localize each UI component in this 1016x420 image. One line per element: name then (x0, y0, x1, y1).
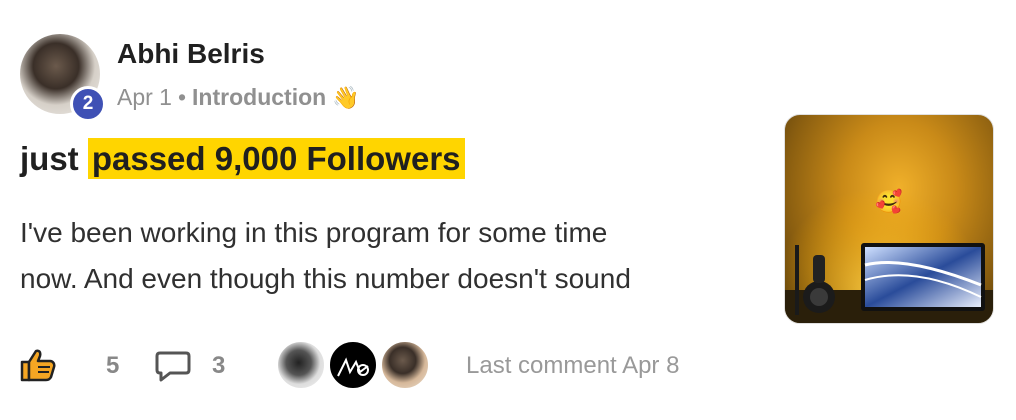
commenter-avatar[interactable] (328, 340, 378, 390)
body-line: I've been working in this program for so… (20, 217, 608, 248)
commenter-avatar[interactable] (380, 340, 430, 390)
post-category[interactable]: Introduction (192, 84, 326, 111)
author-level-badge: 2 (70, 86, 106, 122)
title-prefix: just (20, 140, 88, 177)
meta-separator: • (177, 84, 187, 110)
smiling-hearts-emoji-icon: 🥰 (875, 189, 903, 214)
thumbs-up-icon[interactable] (20, 348, 56, 382)
last-comment-date: Last comment Apr 8 (466, 352, 680, 379)
commenter-avatar[interactable] (276, 340, 326, 390)
post-thumbnail[interactable]: 🥰 (784, 114, 994, 324)
comment-count: 3 (212, 352, 226, 379)
author-name[interactable]: Abhi Belris (117, 38, 265, 70)
post-body-preview[interactable]: I've been working in this program for so… (20, 210, 750, 302)
title-highlight: passed 9,000 Followers (87, 138, 465, 179)
like-count: 5 (106, 352, 120, 379)
waving-hand-icon: 👋 (332, 84, 360, 110)
post-title[interactable]: just passed 9,000 Followers (20, 138, 465, 179)
post-card[interactable]: 2 Abhi Belris Apr 1 • Introduction 👋 jus… (0, 0, 1016, 420)
monitor-shape (861, 243, 985, 311)
body-line: now. And even though this number doesn't… (20, 263, 631, 294)
author-avatar-wrap[interactable]: 2 (20, 34, 106, 122)
thumbnail-image (785, 115, 993, 323)
post-footer: 5 3 Last comment Apr 8 (20, 340, 1000, 390)
scribble-logo-icon (337, 357, 369, 377)
comment-bubble-icon[interactable] (154, 350, 192, 382)
post-meta: Apr 1 • Introduction 👋 (117, 84, 360, 111)
post-date: Apr 1 (117, 84, 172, 110)
